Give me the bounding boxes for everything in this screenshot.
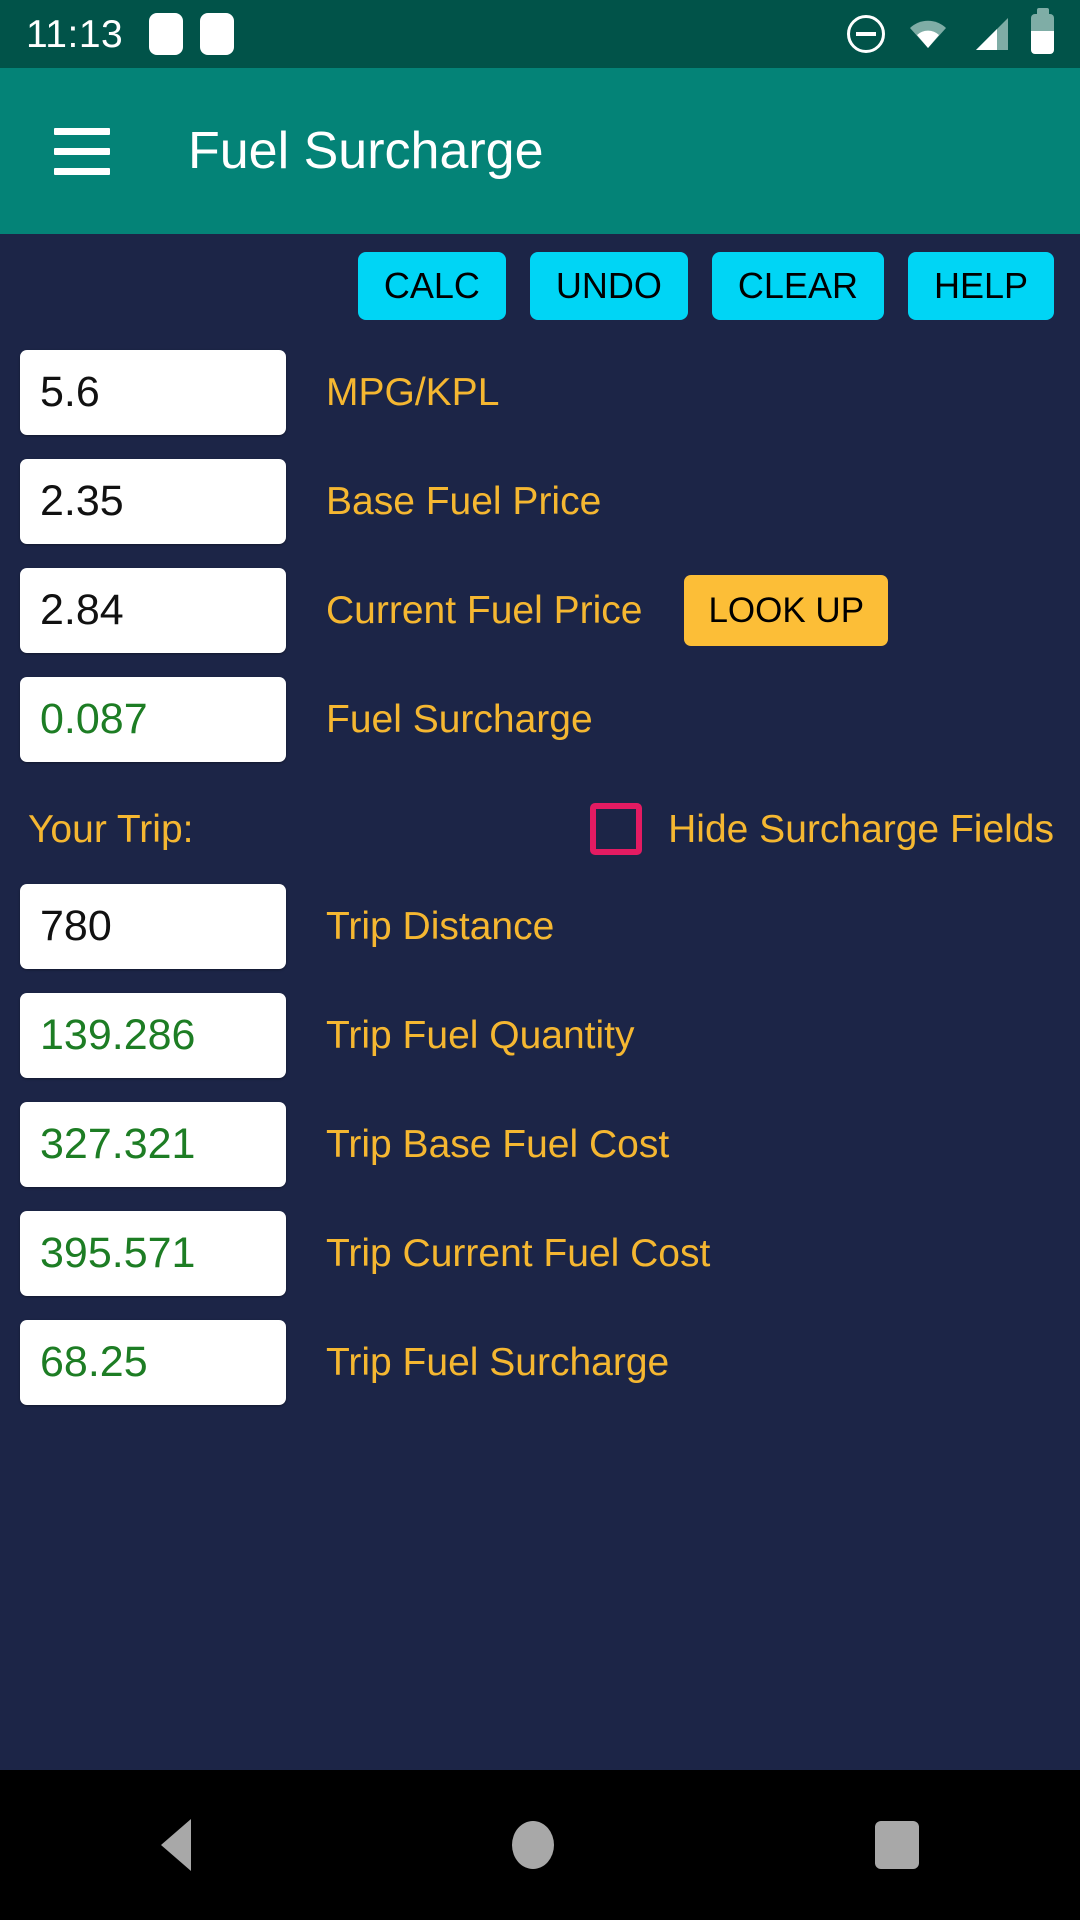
trip-base-fuel-cost-label: Trip Base Fuel Cost: [326, 1123, 670, 1166]
field-row-base-fuel-price: 2.35 Base Fuel Price: [0, 453, 1080, 550]
status-bar-system-icons: [847, 8, 1054, 54]
page-title: Fuel Surcharge: [188, 122, 544, 180]
field-row-fuel-surcharge: 0.087 Fuel Surcharge: [0, 671, 1080, 768]
trip-current-fuel-cost-input[interactable]: 395.571: [20, 1211, 286, 1296]
hide-surcharge-fields-checkbox[interactable]: [590, 803, 643, 855]
trip-fuel-quantity-label: Trip Fuel Quantity: [326, 1014, 635, 1057]
fuel-surcharge-label: Fuel Surcharge: [326, 698, 593, 741]
hamburger-menu-icon[interactable]: [54, 127, 110, 175]
trip-section-title: Your Trip:: [28, 807, 194, 851]
trip-fuel-surcharge-input[interactable]: 68.25: [20, 1320, 286, 1405]
cellular-signal-icon: [971, 17, 1009, 51]
status-bar-clock: 11:13: [26, 12, 124, 56]
hamburger-bar: [54, 167, 110, 175]
base-fuel-price-label: Base Fuel Price: [326, 480, 602, 523]
help-button[interactable]: HELP: [907, 252, 1054, 320]
trip-distance-label: Trip Distance: [326, 905, 555, 948]
surcharge-fields-group: 5.6 MPG/KPL 2.35 Base Fuel Price 2.84 Current…: [0, 344, 1080, 768]
trip-distance-input[interactable]: 780: [20, 884, 286, 969]
clear-button[interactable]: CLEAR: [711, 252, 884, 320]
app-bar: Fuel Surcharge: [0, 68, 1080, 234]
wifi-icon: [907, 19, 949, 49]
mpg-kpl-input[interactable]: 5.6: [20, 350, 286, 435]
trip-fuel-surcharge-label: Trip Fuel Surcharge: [326, 1341, 670, 1384]
trip-base-fuel-cost-input[interactable]: 327.321: [20, 1102, 286, 1187]
status-bar-notification-icons: [149, 13, 235, 55]
android-navigation-bar: [0, 1770, 1080, 1920]
trip-current-fuel-cost-value: 395.571: [40, 1229, 196, 1277]
undo-button[interactable]: UNDO: [529, 252, 688, 320]
fuel-surcharge-input[interactable]: 0.087: [20, 677, 286, 762]
trip-fuel-quantity-value: 139.286: [40, 1011, 196, 1059]
main-content: CALC UNDO CLEAR HELP 5.6 MPG/KPL 2.35 Base …: [0, 234, 1080, 1770]
field-row-mpg-kpl: 5.6 MPG/KPL: [0, 344, 1080, 441]
battery-icon: [1031, 8, 1054, 54]
trip-current-fuel-cost-label: Trip Current Fuel Cost: [326, 1232, 711, 1275]
field-row-current-fuel-price: 2.84 Current Fuel Price LOOK UP: [0, 562, 1080, 659]
trip-distance-value: 780: [40, 902, 112, 950]
trip-fields-group: 780 Trip Distance 139.286 Trip Fuel Quantit…: [0, 878, 1080, 1411]
field-row-trip-base-fuel-cost: 327.321 Trip Base Fuel Cost: [0, 1096, 1080, 1193]
current-fuel-price-input[interactable]: 2.84: [20, 568, 286, 653]
field-row-trip-current-fuel-cost: 395.571 Trip Current Fuel Cost: [0, 1205, 1080, 1302]
hide-surcharge-fields-checkbox-row[interactable]: Hide Surcharge Fields: [590, 803, 1054, 855]
home-nav-icon[interactable]: [511, 1821, 554, 1869]
current-fuel-price-label: Current Fuel Price: [326, 589, 643, 632]
mpg-kpl-label: MPG/KPL: [326, 371, 500, 414]
current-fuel-price-value: 2.84: [40, 586, 124, 634]
hamburger-bar: [54, 147, 110, 155]
hide-surcharge-fields-label: Hide Surcharge Fields: [668, 807, 1054, 851]
field-row-trip-fuel-quantity: 139.286 Trip Fuel Quantity: [0, 987, 1080, 1084]
trip-base-fuel-cost-value: 327.321: [40, 1120, 196, 1168]
phone-screen: 11:13 Fuel Surcharge CALC UNDO CLEAR HEL…: [0, 0, 1080, 1920]
back-nav-icon[interactable]: [160, 1819, 191, 1871]
fuel-surcharge-value: 0.087: [40, 695, 148, 743]
base-fuel-price-value: 2.35: [40, 477, 124, 525]
field-row-trip-distance: 780 Trip Distance: [0, 878, 1080, 975]
field-row-trip-fuel-surcharge: 68.25 Trip Fuel Surcharge: [0, 1314, 1080, 1411]
trip-fuel-surcharge-value: 68.25: [40, 1338, 148, 1386]
status-bar: 11:13: [0, 0, 1080, 68]
mpg-kpl-value: 5.6: [40, 368, 100, 416]
calc-button[interactable]: CALC: [357, 252, 506, 320]
action-button-row: CALC UNDO CLEAR HELP: [0, 252, 1080, 320]
do-not-disturb-icon: [847, 15, 885, 53]
trip-section-header: Your Trip: Hide Surcharge Fields: [0, 780, 1080, 878]
notification-block-icon: [149, 13, 184, 55]
base-fuel-price-input[interactable]: 2.35: [20, 459, 286, 544]
hamburger-bar: [54, 127, 110, 135]
look-up-button[interactable]: LOOK UP: [684, 575, 889, 646]
notification-block-icon: [200, 13, 235, 55]
recents-nav-icon[interactable]: [875, 1821, 920, 1869]
trip-fuel-quantity-input[interactable]: 139.286: [20, 993, 286, 1078]
